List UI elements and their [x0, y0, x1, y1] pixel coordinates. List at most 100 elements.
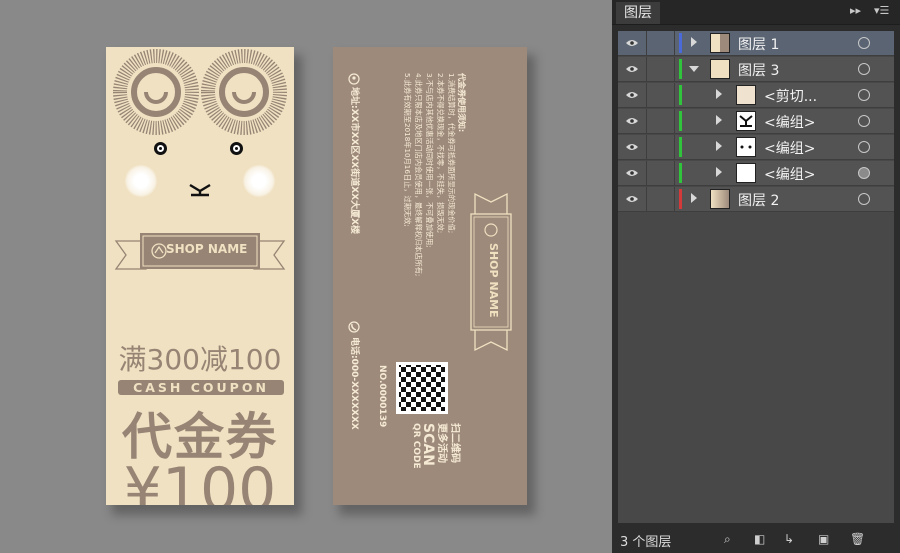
- rule-line-1: 1.消费结算时，代金券可抵券面所显示的现金价值;: [447, 73, 456, 234]
- serial-number: NO.0000139: [377, 365, 387, 428]
- eye-icon: [626, 144, 638, 150]
- collapse-arrow-icon[interactable]: [689, 66, 699, 72]
- layer-name[interactable]: 图层 1: [738, 34, 779, 54]
- coupon-front-card[interactable]: SHOP NAME 满300减100 CASH COUPON 代金券 ¥100: [106, 47, 294, 505]
- coupon-back-card[interactable]: 代金券使用须知: 1.消费结算时，代金券可抵券面所显示的现金价值; 2.本券不得…: [333, 47, 527, 505]
- layers-list: 图层 1 图层 3 <剪切... <编组> <编组> <编组> 图层 2: [618, 31, 894, 523]
- back-shop-name: SHOP NAME: [487, 243, 500, 318]
- panel-menu-icon[interactable]: ▾☰: [874, 4, 889, 17]
- locate-object-icon[interactable]: ⌕: [724, 533, 736, 545]
- layer-thumbnail: [736, 163, 756, 183]
- sublayer-row-group-2[interactable]: <编组>: [618, 135, 894, 160]
- qr-code-image: [396, 362, 448, 414]
- create-sublayer-icon[interactable]: ↳: [784, 533, 796, 545]
- right-eye: [230, 142, 243, 155]
- layer-color-swatch: [679, 85, 682, 105]
- create-new-layer-icon[interactable]: ▣: [818, 533, 830, 545]
- layer-name[interactable]: 图层 3: [738, 60, 779, 80]
- layer-row-3[interactable]: 图层 3: [618, 57, 894, 82]
- sublayer-row-group-3[interactable]: <编组>: [618, 161, 894, 186]
- tab-layers[interactable]: 图层: [616, 2, 660, 24]
- visibility-toggle[interactable]: [618, 83, 647, 107]
- offer-text: 满300减100: [118, 343, 282, 376]
- left-eye: [154, 142, 167, 155]
- expand-arrow-icon[interactable]: [691, 193, 697, 203]
- collapse-panel-icon[interactable]: ▸▸: [850, 4, 861, 17]
- delete-layer-icon[interactable]: 🗑: [850, 533, 865, 545]
- expand-arrow-icon[interactable]: [716, 167, 722, 177]
- lock-toggle[interactable]: [646, 31, 675, 55]
- layer-thumbnail: [710, 33, 730, 53]
- artboard-canvas[interactable]: SHOP NAME 满300减100 CASH COUPON 代金券 ¥100 …: [0, 0, 612, 553]
- rule-line-5: 5.此券有效期至2018年10月16日止，过期无效;: [403, 73, 412, 227]
- left-cheek: [125, 165, 157, 197]
- lock-toggle[interactable]: [646, 187, 675, 211]
- front-shop-name: SHOP NAME: [166, 242, 248, 256]
- layer-color-swatch: [679, 59, 682, 79]
- sublayer-row-clip[interactable]: <剪切...: [618, 83, 894, 108]
- layer-name[interactable]: 图层 2: [738, 190, 779, 210]
- visibility-toggle[interactable]: [618, 187, 647, 211]
- layers-panel: 图层 ▸▸ ▾☰ 图层 1 图层 3 <剪切... <编组> <编组> <编组>…: [612, 0, 900, 553]
- target-icon[interactable]: [858, 193, 870, 205]
- expand-arrow-icon[interactable]: [691, 37, 697, 47]
- target-icon[interactable]: [858, 115, 870, 127]
- ram-horns-graphic: [113, 49, 288, 135]
- qr-pattern: [399, 365, 445, 411]
- expand-arrow-icon[interactable]: [716, 141, 722, 151]
- expand-arrow-icon[interactable]: [716, 115, 722, 125]
- layer-thumbnail: [710, 189, 730, 209]
- more-activities-text: 更多活动: [436, 423, 447, 463]
- layer-color-swatch: [679, 137, 682, 157]
- target-icon[interactable]: [858, 141, 870, 153]
- eye-icon: [626, 170, 638, 176]
- layer-name[interactable]: <剪切...: [764, 86, 817, 106]
- target-icon[interactable]: [858, 37, 870, 49]
- layer-thumbnail: [736, 85, 756, 105]
- sublayer-row-group-1[interactable]: <编组>: [618, 109, 894, 134]
- visibility-toggle[interactable]: [618, 161, 647, 185]
- layer-name[interactable]: <编组>: [764, 164, 815, 184]
- eye-icon: [626, 92, 638, 98]
- phone-icon: [348, 321, 360, 333]
- lock-toggle[interactable]: [646, 57, 675, 81]
- layer-name[interactable]: <编组>: [764, 138, 815, 158]
- lock-toggle[interactable]: [646, 161, 675, 185]
- visibility-toggle[interactable]: [618, 135, 647, 159]
- target-icon[interactable]: [858, 167, 870, 179]
- lock-toggle[interactable]: [646, 135, 675, 159]
- cash-coupon-bar: CASH COUPON: [118, 380, 284, 395]
- visibility-toggle[interactable]: [618, 57, 647, 81]
- address-text: 地址:XX市XX区XX街道XX大厦X楼: [349, 87, 359, 235]
- layer-row-1[interactable]: 图层 1: [618, 31, 894, 56]
- rules-title: 代金券使用须知:: [457, 73, 466, 133]
- target-icon[interactable]: [858, 63, 870, 75]
- rule-line-4: 4.此券只限本店及地区门店内会员使用，最终解释权归本店所有;: [414, 73, 423, 277]
- visibility-toggle[interactable]: [618, 31, 647, 55]
- panel-tabbar: 图层 ▸▸ ▾☰: [612, 0, 900, 25]
- layer-thumbnail: [710, 59, 730, 79]
- layers-footer: 3 个图层 ⌕ ◧ ↳ ▣ 🗑: [612, 527, 900, 553]
- scan-en-text: SCAN: [420, 423, 436, 466]
- lock-toggle[interactable]: [646, 83, 675, 107]
- layer-name[interactable]: <编组>: [764, 112, 815, 132]
- phone-text: 电话:000-XXXXXXX: [349, 337, 359, 430]
- lock-toggle[interactable]: [646, 109, 675, 133]
- eye-icon: [626, 66, 638, 72]
- thumbnail-mouth-glyph: [739, 115, 753, 127]
- layer-row-2[interactable]: 图层 2: [618, 187, 894, 212]
- voucher-amount: ¥100: [123, 455, 277, 505]
- sheep-mouth: [189, 183, 211, 197]
- right-cheek: [243, 165, 275, 197]
- layer-color-swatch: [679, 163, 682, 183]
- target-icon[interactable]: [858, 89, 870, 101]
- thumbnail-eyes-glyph: [740, 145, 752, 149]
- location-icon: [348, 73, 360, 85]
- expand-arrow-icon[interactable]: [716, 89, 722, 99]
- layer-color-swatch: [679, 111, 682, 131]
- scan-cn-text: 扫二维码: [449, 423, 460, 463]
- layer-thumbnail: [736, 111, 756, 131]
- visibility-toggle[interactable]: [618, 109, 647, 133]
- layer-thumbnail: [736, 137, 756, 157]
- make-clipping-mask-icon[interactable]: ◧: [754, 533, 766, 545]
